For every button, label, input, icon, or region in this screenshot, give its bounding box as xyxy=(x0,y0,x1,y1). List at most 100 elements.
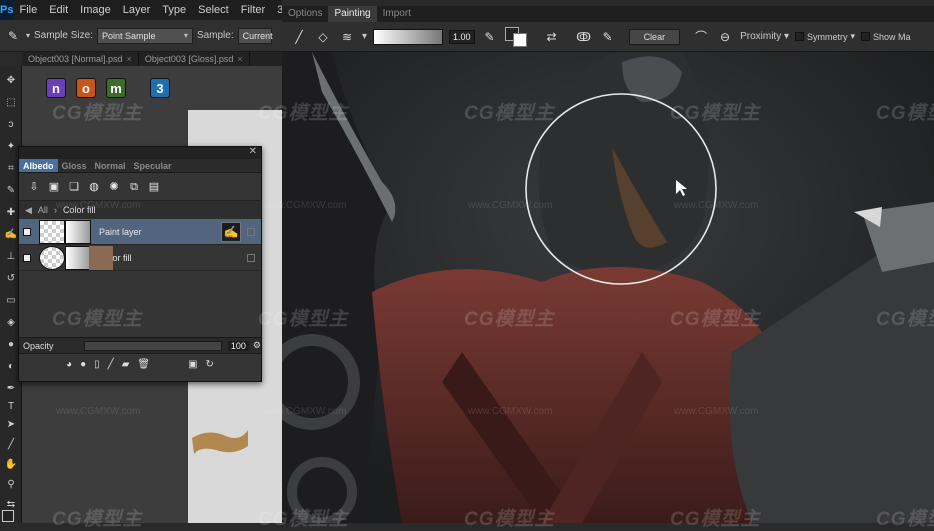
close-icon[interactable]: × xyxy=(237,54,242,64)
smart-material-icon[interactable]: ✺ xyxy=(107,180,121,194)
paint-bucket-tool-icon[interactable]: ◈ xyxy=(3,316,19,330)
history-brush-tool-icon[interactable]: ↺ xyxy=(3,272,19,286)
menu-select[interactable]: Select xyxy=(192,0,235,20)
menu-edit[interactable]: Edit xyxy=(43,0,74,20)
hand-tool-icon[interactable]: ✋ xyxy=(3,458,19,472)
tab-specular[interactable]: Specular xyxy=(130,159,176,172)
menu-filter[interactable]: Filter xyxy=(235,0,271,20)
breadcrumb-root[interactable]: All xyxy=(38,205,48,215)
show-mask-checkbox[interactable]: Show Ma xyxy=(861,32,911,42)
close-icon[interactable]: × xyxy=(127,54,132,64)
foreground-color-swatch[interactable] xyxy=(2,510,14,522)
layer-row-paint[interactable]: Paint layer ✍ xyxy=(19,219,261,245)
background-swatch[interactable] xyxy=(512,32,527,47)
path-select-tool-icon[interactable]: ➤ xyxy=(3,418,19,432)
menu-file[interactable]: File xyxy=(13,0,43,20)
swap-icon[interactable]: ⇄ xyxy=(543,28,561,46)
visibility-toggle[interactable] xyxy=(23,253,31,262)
save-icon[interactable]: ▣ xyxy=(188,359,197,370)
ndo-app-icon[interactable]: n xyxy=(46,78,66,98)
stamp-tool-icon[interactable]: ⊥ xyxy=(3,250,19,264)
eraser-tool-icon[interactable]: ▭ xyxy=(3,294,19,308)
trash-icon[interactable]: 🗑 xyxy=(137,359,150,370)
opacity-value[interactable]: 100 xyxy=(227,340,249,351)
link-icon[interactable] xyxy=(247,254,255,262)
fill-layer-icon[interactable]: ◍ xyxy=(87,180,101,194)
opacity-slider[interactable] xyxy=(83,340,222,351)
menu-layer[interactable]: Layer xyxy=(117,0,157,20)
symmetry-checkbox[interactable]: Symmetry ▾ xyxy=(795,31,855,42)
settings-icon[interactable]: ⚙ xyxy=(253,340,261,351)
pen-pressure-icon[interactable]: ✎ xyxy=(599,28,617,46)
opacity-label: Opacity xyxy=(23,340,54,351)
blur-tool-icon[interactable]: ● xyxy=(3,338,19,352)
chevron-down-icon[interactable]: ▾ xyxy=(362,31,367,42)
crop-tool-icon[interactable]: ⌗ xyxy=(3,162,19,176)
add-effect-icon[interactable]: ◕ xyxy=(66,359,72,370)
layer-row-color-fill[interactable]: Color fill xyxy=(19,245,261,271)
refresh-icon[interactable]: ↻ xyxy=(206,359,214,370)
doc-tab-gloss[interactable]: Object003 [Gloss].psd × xyxy=(139,52,250,66)
import-icon[interactable]: ⇩ xyxy=(27,180,41,194)
pressure-icon[interactable]: ↂ xyxy=(575,28,593,46)
paint-icon[interactable]: ╱ xyxy=(108,359,114,370)
tab-options[interactable]: Options xyxy=(282,6,328,22)
mdo-app-icon[interactable]: m xyxy=(106,78,126,98)
target-icon[interactable]: ⊖ xyxy=(716,28,734,46)
link-icon[interactable] xyxy=(247,228,255,236)
menu-type[interactable]: Type xyxy=(156,0,192,20)
smudge-icon[interactable]: ≋ xyxy=(338,28,356,46)
brush-icon[interactable]: ╱ xyxy=(290,28,308,46)
sample-dropdown[interactable]: Current xyxy=(237,27,273,44)
proximity-dropdown[interactable]: Proximity ▾ xyxy=(740,31,789,42)
folder-icon[interactable]: ▰ xyxy=(122,359,130,370)
tab-normal[interactable]: Normal xyxy=(91,159,130,172)
dodge-tool-icon[interactable]: ◐ xyxy=(3,360,19,374)
3d-viewport[interactable] xyxy=(282,52,934,523)
fill-color-swatch[interactable] xyxy=(89,246,113,270)
sample-label: Sample: xyxy=(196,30,234,41)
healing-tool-icon[interactable]: ✚ xyxy=(3,206,19,220)
eyedropper-icon[interactable]: ✎ xyxy=(481,28,499,46)
tab-albedo[interactable]: Albedo xyxy=(19,159,58,172)
eyedropper-tool-icon[interactable]: ✎ xyxy=(3,184,19,198)
duplicate-icon[interactable]: ⧉ xyxy=(127,180,141,194)
checkbox-box[interactable] xyxy=(861,32,871,41)
curve-icon[interactable]: ⌒ xyxy=(692,28,710,46)
ddo-app-icon[interactable]: o xyxy=(76,78,96,98)
eraser-icon[interactable]: ◇ xyxy=(314,28,332,46)
sample-size-dropdown[interactable]: Point Sample ▾ xyxy=(96,27,193,44)
menu-bar: Ps File Edit Image Layer Type Select Fil… xyxy=(0,0,283,20)
brush-tool-icon[interactable]: ✍ xyxy=(3,228,19,242)
close-icon[interactable]: ✕ xyxy=(249,146,257,157)
new-document-icon[interactable]: ▯ xyxy=(94,359,100,370)
move-tool-icon[interactable]: ✥ xyxy=(3,74,19,88)
tab-painting[interactable]: Painting xyxy=(328,6,377,22)
brush-size-input[interactable]: 1.00 xyxy=(449,29,475,44)
marquee-tool-icon[interactable]: ⬚ xyxy=(3,96,19,110)
new-layer-icon[interactable]: ❏ xyxy=(67,180,81,194)
mask-icon[interactable]: ▤ xyxy=(147,180,161,194)
checkbox-box[interactable] xyxy=(795,32,805,41)
eyedropper-tool-icon[interactable]: ✎ xyxy=(4,27,22,45)
line-tool-icon[interactable]: ╱ xyxy=(3,438,19,452)
lasso-tool-icon[interactable]: ↄ xyxy=(3,118,19,132)
clear-button[interactable]: Clear xyxy=(628,28,681,45)
new-folder-icon[interactable]: ▣ xyxy=(47,180,61,194)
visibility-toggle[interactable] xyxy=(23,227,31,236)
add-mask-icon[interactable]: ● xyxy=(80,359,86,370)
menu-image[interactable]: Image xyxy=(74,0,117,20)
brush-icon[interactable]: ✍ xyxy=(221,222,241,242)
brush-gradient-preview[interactable] xyxy=(373,28,444,45)
back-arrow-icon[interactable]: ◀ xyxy=(25,205,32,216)
tab-gloss[interactable]: Gloss xyxy=(58,159,91,172)
tab-import[interactable]: Import xyxy=(377,6,417,22)
zoom-tool-icon[interactable]: ⚲ xyxy=(3,478,19,492)
type-tool-icon[interactable]: T xyxy=(3,400,19,414)
quick-select-tool-icon[interactable]: ✦ xyxy=(3,140,19,154)
pen-tool-icon[interactable]: ✒ xyxy=(3,382,19,396)
tool-preset-chevron-icon[interactable]: ▾ xyxy=(26,31,30,40)
color-swatches[interactable] xyxy=(504,26,527,47)
3do-app-icon[interactable]: 3 xyxy=(150,78,170,98)
doc-tab-normal[interactable]: Object003 [Normal].psd × xyxy=(22,52,139,66)
